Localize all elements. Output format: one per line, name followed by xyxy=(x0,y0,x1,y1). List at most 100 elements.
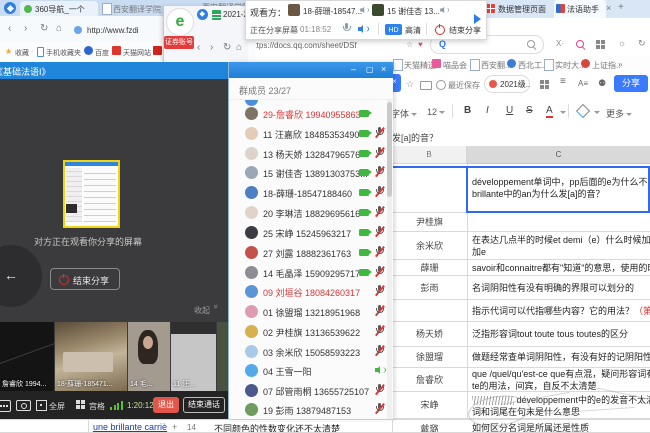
video-title-bar[interactable]: 《基础法语I》 xyxy=(0,62,228,79)
member-row[interactable]: 03 余米欣 15058593223 xyxy=(229,342,393,361)
forward-icon[interactable]: › xyxy=(24,23,27,34)
member-row[interactable]: 14 毛晶泽 15909295717 xyxy=(229,263,393,282)
stock-app-icon[interactable]: e xyxy=(166,8,194,36)
member-row[interactable]: 29-詹睿欣 19940955863 xyxy=(229,104,393,123)
cell-link[interactable]: une brillante carriè xyxy=(93,422,167,432)
video-thumb-2[interactable]: 18-薛珊-185471... xyxy=(55,322,127,391)
bold-button[interactable]: B xyxy=(464,105,471,116)
tab-data-admin[interactable]: 数据管理页面 xyxy=(486,1,552,17)
tab-360-nav[interactable]: 360导航_一个 xyxy=(20,1,98,16)
sheet-cell-c[interactable]: 名词阴阳性有没有明确的界限可以划分的 xyxy=(472,282,650,294)
sheet-cell-b[interactable]: 詹睿欣 xyxy=(392,368,467,392)
caret-down-icon[interactable] xyxy=(560,111,566,114)
sheet-cell-c[interactable]: 指示代词可以代指哪些内容？它的用法？（第10课） xyxy=(472,305,650,317)
sheet-cell-b[interactable]: 宋峥 xyxy=(392,392,467,419)
bookmark-sse[interactable]: 上证指.. xyxy=(592,60,620,71)
collapse-label[interactable]: 收起 xyxy=(194,305,210,316)
sheet-cell-b[interactable]: 戴璐 xyxy=(392,422,467,433)
panel-minimize-icon[interactable]: – xyxy=(351,64,356,74)
cell-text[interactable]: 不同颜色的性数变化还不太清楚 xyxy=(214,422,340,433)
video-end-share-button[interactable]: 结束分享 xyxy=(50,268,120,290)
address-url[interactable]: https://docs.qq.com/sheet/DSf xyxy=(250,41,357,50)
new-sheet-icon[interactable] xyxy=(540,80,549,89)
mic-icon[interactable] xyxy=(342,23,351,35)
tab-close-icon[interactable]: × xyxy=(606,3,611,13)
bookmark-miao[interactable]: 喵品会 xyxy=(443,60,467,71)
search-icon[interactable] xyxy=(527,40,535,48)
bookmark-xafy[interactable]: 西安翻.. xyxy=(481,60,509,71)
sheet-cell-b[interactable]: 余米欣 xyxy=(392,232,467,260)
back-icon[interactable]: ‹ xyxy=(8,23,11,34)
hd-badge[interactable]: HD xyxy=(385,24,402,35)
font-color-button[interactable]: A xyxy=(546,105,553,118)
reload-icon[interactable]: ↻ xyxy=(40,23,48,34)
forward-icon[interactable]: › xyxy=(210,42,213,53)
add-row-icon[interactable]: + xyxy=(172,422,177,432)
docs-star-icon[interactable]: ☆ xyxy=(406,79,414,90)
fullscreen-icon[interactable] xyxy=(36,400,47,411)
member-row[interactable]: 02 尹桂旗 13136539622 xyxy=(229,322,393,341)
sheet-cell-c[interactable]: 泛指形容词tout toute tous toutes的区分 xyxy=(472,328,650,340)
panel-maximize-icon[interactable]: ▢ xyxy=(366,65,374,74)
bookmark-market[interactable]: 实时大.. xyxy=(555,60,583,71)
panel-close-icon[interactable]: × xyxy=(381,64,386,74)
bookmark-phone-favs[interactable]: 手机收藏夹 xyxy=(46,48,81,58)
member-row[interactable]: 01 徐盟瑠 13218951968 xyxy=(229,302,393,321)
member-row[interactable]: 11 汪嘉欣 18485353490 xyxy=(229,124,393,143)
list-view-icon[interactable]: ≡ xyxy=(560,76,566,87)
member-row[interactable]: 18-薛珊-18547188460 xyxy=(229,183,393,202)
more-button[interactable]: 更多 xyxy=(606,107,632,120)
home-icon[interactable]: ⌂ xyxy=(236,42,242,53)
caret-down-icon[interactable] xyxy=(594,111,600,114)
settings-gear-icon[interactable]: ☼ xyxy=(618,38,626,48)
member-row[interactable]: 13 杨天娇 13284796576 xyxy=(229,144,393,163)
member-panel-title-bar[interactable]: – ▢ × xyxy=(229,62,393,78)
speaker-icon[interactable] xyxy=(358,24,370,34)
sheet-cell-b[interactable]: 尹桂旗 xyxy=(392,213,467,232)
strikethrough-button[interactable]: S xyxy=(526,105,533,116)
reload-icon[interactable]: ↻ xyxy=(223,42,231,53)
sheet-row[interactable]: une brillante carriè + 14 不同颜色的性数变化还不太清楚… xyxy=(0,419,650,433)
scrollbar-thumb[interactable] xyxy=(387,102,392,197)
tab-french-helper[interactable]: 法语助手 xyxy=(554,0,606,18)
redo-icon[interactable]: ↻ xyxy=(638,38,646,49)
font-select[interactable]: 字体 xyxy=(391,107,417,120)
browser-logo-icon[interactable] xyxy=(4,2,16,14)
grid-view-label[interactable]: 宫格 xyxy=(89,401,105,412)
video-thumb-4[interactable]: 11 汪... xyxy=(171,322,216,391)
sheet-cell-b[interactable]: 薛珊 xyxy=(392,260,467,276)
collapse-chevrons-icon[interactable]: » xyxy=(212,304,221,308)
member-row[interactable]: 07 邱管雨桐 13655725107 xyxy=(229,381,393,400)
column-header-b[interactable]: B xyxy=(392,146,467,164)
sheet-cell-b[interactable]: 徐盟瑠 xyxy=(392,347,467,368)
member-row[interactable]: 15 谢佳杏 13891303753... xyxy=(229,163,393,182)
sheet-cell-b[interactable]: 彭雨 xyxy=(392,276,467,300)
video-thumb-5[interactable] xyxy=(217,322,228,391)
sheet-cell-c[interactable]: que /quel/qu'est-ce que有点混，疑问形容词有点混。还有te… xyxy=(472,368,650,392)
video-thumb-1[interactable]: 詹睿欣 1994... xyxy=(0,322,54,391)
member-row[interactable]: 20 李琳洁 18829695616 xyxy=(229,203,393,222)
font-size-select[interactable]: 12 xyxy=(427,107,445,117)
exit-button[interactable]: 退出 xyxy=(153,397,179,413)
back-icon[interactable]: ‹ xyxy=(197,42,200,53)
add-user-icon[interactable]: ⚉ xyxy=(598,78,606,89)
cut-icon[interactable]: X· xyxy=(556,39,564,48)
column-header-c[interactable]: C xyxy=(467,146,650,164)
italic-button[interactable]: I xyxy=(486,105,489,116)
bookmark-star-icon[interactable]: ☆ xyxy=(406,40,413,49)
address-url[interactable]: http://www.fzdi xyxy=(87,26,139,35)
expand-arrow-icon[interactable] xyxy=(474,14,481,24)
grid-view-icon[interactable] xyxy=(76,400,85,409)
member-row[interactable]: 19 彭雨 13879487153 xyxy=(229,400,393,419)
back-circle[interactable]: ← xyxy=(0,245,42,307)
end-call-button[interactable]: 结束通话 xyxy=(183,397,225,413)
sort-icon[interactable]: A≡ xyxy=(578,79,588,88)
member-row[interactable]: 25 宋峥 15245963217 xyxy=(229,223,393,242)
fav-star-icon[interactable]: ★ xyxy=(5,47,12,56)
underline-button[interactable]: U xyxy=(506,105,513,116)
member-row[interactable]: 04 王雪一阳 xyxy=(229,361,393,380)
bookmark-baidu[interactable]: 百度 xyxy=(95,48,109,58)
video-thumb-3[interactable]: 14 毛... xyxy=(128,322,170,391)
doc-tab-pill[interactable]: 2021级.. › xyxy=(484,75,530,93)
share-button[interactable]: 分享 xyxy=(614,75,648,92)
